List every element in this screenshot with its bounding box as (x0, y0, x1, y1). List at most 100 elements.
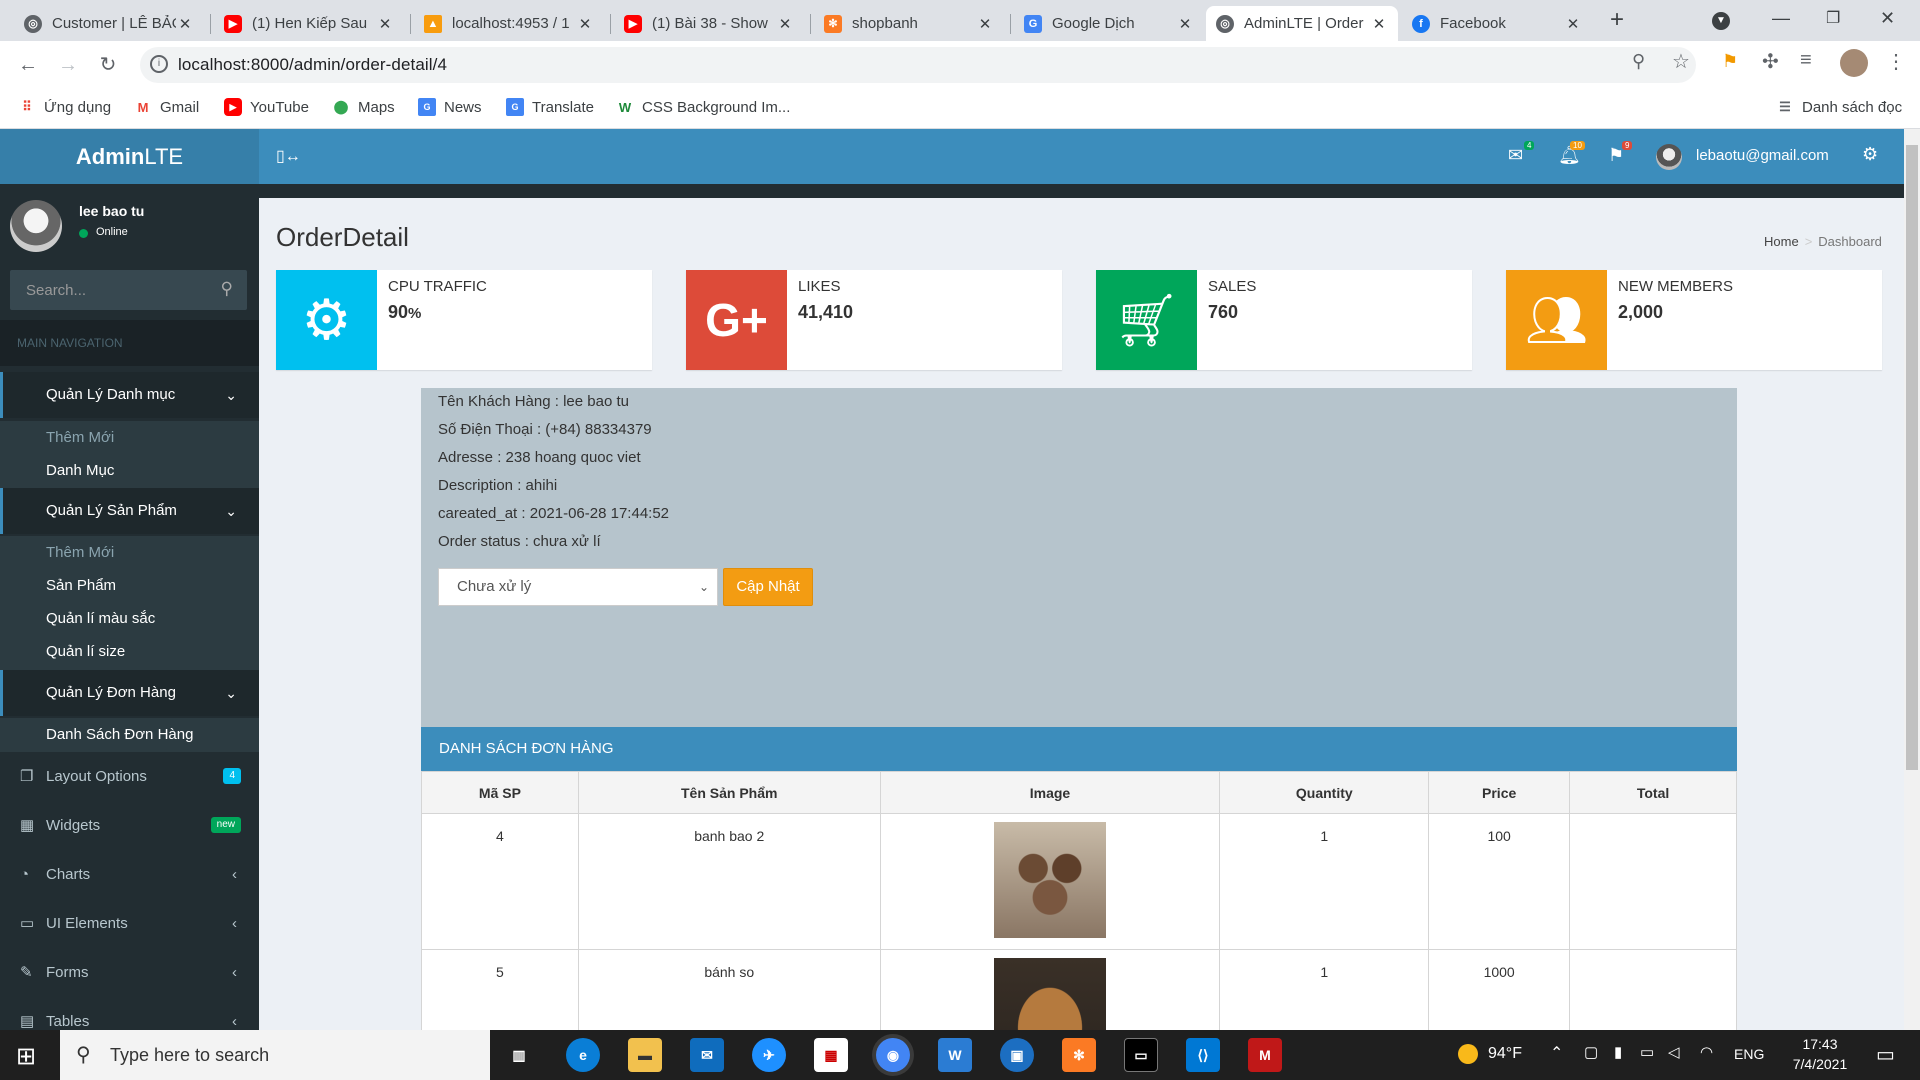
windows-start-icon[interactable]: ⊞ (16, 1042, 36, 1071)
bookmark-star-icon[interactable]: ☆ (1672, 49, 1690, 74)
sidebar-item-add-product[interactable]: Thêm Mới (0, 536, 259, 569)
zoom-icon[interactable]: ⚲ (1632, 51, 1645, 72)
bookmark-translate[interactable]: G Translate (506, 98, 594, 116)
sidebar-item-tables[interactable]: ▤ Tables ‹ (0, 997, 259, 1030)
close-icon[interactable]: ✕ (576, 15, 594, 33)
apps-grid-icon: ⠿ (22, 99, 32, 114)
sidebar-item-forms[interactable]: ✎ Forms ‹ (0, 948, 259, 997)
browser-icon[interactable]: ✈ (752, 1038, 786, 1072)
edge-icon[interactable]: e (566, 1038, 600, 1072)
scrollbar-thumb[interactable] (1906, 145, 1918, 770)
tray-chevron-icon[interactable]: ⌃ (1550, 1043, 1563, 1063)
xampp-icon[interactable]: ✻ (1062, 1038, 1096, 1072)
notification-center-icon[interactable]: ▭ (1876, 1042, 1895, 1067)
device-icon[interactable]: ▢ (1584, 1043, 1598, 1061)
search-icon[interactable]: ⚲ (221, 279, 233, 299)
file-explorer-icon[interactable]: ▬ (628, 1038, 662, 1072)
sidebar: lee bao tu Online Search... ⚲ MAIN NAVIG… (0, 184, 259, 1030)
sidebar-search-input[interactable]: Search... ⚲ (10, 270, 247, 310)
envelope-icon[interactable]: ✉ (1508, 145, 1523, 166)
user-avatar (10, 200, 62, 252)
browser-tab-active[interactable]: ◎ AdminLTE | Order ✕ (1206, 6, 1398, 41)
close-icon[interactable]: ✕ (976, 15, 994, 33)
sidebar-group-category[interactable]: Quản Lý Danh mục ⌄ (0, 372, 259, 418)
puzzle-icon[interactable]: ✣ (1762, 49, 1779, 74)
sidebar-group-product[interactable]: Quản Lý Sản Phẩm ⌄ (0, 488, 259, 534)
volume-icon[interactable]: ◁ (1668, 1043, 1680, 1061)
browser-tab[interactable]: ▶ (1) Hen Kiếp Sau ✕ (214, 6, 404, 41)
browser-tab[interactable]: G Google Dịch ✕ (1014, 6, 1204, 41)
new-tab-button[interactable]: + (1610, 6, 1624, 34)
breadcrumb-home[interactable]: Home (1764, 234, 1799, 249)
close-icon[interactable]: ✕ (376, 15, 394, 33)
bookmark-news[interactable]: G News (418, 98, 482, 116)
sidebar-group-order[interactable]: Quản Lý Đơn Hàng ⌄ (0, 670, 259, 716)
word-icon[interactable]: W (938, 1038, 972, 1072)
sidebar-item-add-category[interactable]: Thêm Mới (0, 421, 259, 454)
sidebar-item-charts[interactable]: ◔ Charts ‹ (0, 850, 259, 899)
sidebar-item-sizes[interactable]: Quản lí size (0, 635, 259, 668)
bookmark-youtube[interactable]: ▶ YouTube (224, 98, 309, 116)
bookmark-gmail[interactable]: M Gmail (134, 98, 200, 116)
sidebar-item-ui-elements[interactable]: ▭ UI Elements ‹ (0, 899, 259, 948)
forward-button[interactable]: → (54, 51, 82, 79)
store-icon[interactable]: ▦ (814, 1038, 848, 1072)
sidebar-item-categories[interactable]: Danh Mục (0, 454, 259, 487)
close-icon[interactable]: ✕ (1176, 15, 1194, 33)
task-view-icon[interactable]: ▥ (502, 1038, 536, 1072)
close-icon[interactable]: ✕ (176, 15, 194, 33)
product-image (993, 958, 1106, 1030)
bookmark-apps[interactable]: ⠿ Ứng dụng (18, 98, 111, 116)
close-window-button[interactable]: ✕ (1880, 8, 1895, 29)
tab-search-icon[interactable]: ▼ (1712, 12, 1730, 30)
sidebar-toggle-icon[interactable]: ▯↔ (276, 146, 301, 166)
taskbar-search-input[interactable]: ⚲ Type here to search (60, 1030, 490, 1080)
vscode-icon[interactable]: ⟨⟩ (1186, 1038, 1220, 1072)
browser-tab[interactable]: ▶ (1) Bài 38 - Show ✕ (614, 6, 804, 41)
sidebar-item-widgets[interactable]: ▦ Widgets new (0, 801, 259, 850)
sidebar-item-products[interactable]: Sản Phẩm (0, 569, 259, 602)
mic-icon[interactable]: ▮ (1614, 1043, 1622, 1061)
browser-tab[interactable]: f Facebook ✕ (1402, 6, 1592, 41)
order-status-select[interactable]: Chưa xử lý ⌄ (438, 568, 718, 606)
bookmark-css[interactable]: W CSS Background Im... (616, 98, 791, 116)
menu-icon[interactable]: ⋮ (1886, 49, 1906, 74)
close-icon[interactable]: ✕ (1370, 15, 1388, 33)
back-button[interactable]: ← (14, 51, 42, 79)
sidebar-item-colors[interactable]: Quản lí màu sắc (0, 602, 259, 635)
user-avatar[interactable] (1656, 144, 1682, 170)
user-email[interactable]: lebaotu@gmail.com (1696, 147, 1829, 164)
browser-tab[interactable]: ▲ localhost:4953 / 1 ✕ (414, 6, 604, 41)
logo[interactable]: AdminLTE (0, 129, 259, 184)
terminal-icon[interactable]: ▭ (1124, 1038, 1158, 1072)
bookmark-maps[interactable]: ⬤ Maps (332, 98, 395, 116)
reload-button[interactable]: ↻ (94, 51, 122, 79)
language-indicator[interactable]: ENG (1734, 1046, 1764, 1062)
remote-icon[interactable]: ▣ (1000, 1038, 1034, 1072)
minimize-button[interactable]: — (1772, 8, 1790, 29)
battery-icon[interactable]: ▭ (1640, 1043, 1654, 1061)
wifi-icon[interactable]: ◠ (1700, 1043, 1713, 1061)
clock-time[interactable]: 17:43 (1780, 1036, 1860, 1052)
url-text[interactable]: localhost:8000/admin/order-detail/4 (178, 55, 447, 75)
profile-avatar[interactable] (1840, 49, 1868, 77)
info-icon[interactable]: i (150, 55, 168, 73)
update-button[interactable]: Cập Nhật (723, 568, 813, 606)
sidebar-item-order-list[interactable]: Danh Sách Đơn Hàng (0, 718, 259, 751)
mail-icon[interactable]: ✉ (690, 1038, 724, 1072)
mcafee-icon[interactable]: M (1248, 1038, 1282, 1072)
maximize-button[interactable]: ❐ (1826, 8, 1840, 28)
reading-list[interactable]: ☰ Danh sách đọc (1776, 98, 1902, 116)
weather-sun-icon[interactable] (1458, 1044, 1478, 1064)
clock-date[interactable]: 7/4/2021 (1780, 1056, 1860, 1072)
chrome-icon[interactable]: ◉ (876, 1038, 910, 1072)
weather-temp[interactable]: 94°F (1488, 1045, 1522, 1063)
browser-tab[interactable]: ✻ shopbanh ✕ (814, 6, 1004, 41)
close-icon[interactable]: ✕ (1564, 15, 1582, 33)
gears-icon[interactable]: ⚙ (1862, 144, 1878, 165)
extension-icon[interactable]: ⚑ (1722, 51, 1738, 72)
close-icon[interactable]: ✕ (776, 15, 794, 33)
media-icon[interactable]: ≡ (1800, 49, 1812, 72)
browser-tab[interactable]: ◎ Customer | LÊ BẢO ✕ (14, 6, 204, 41)
sidebar-item-layout-options[interactable]: ❐ Layout Options 4 (0, 752, 259, 801)
